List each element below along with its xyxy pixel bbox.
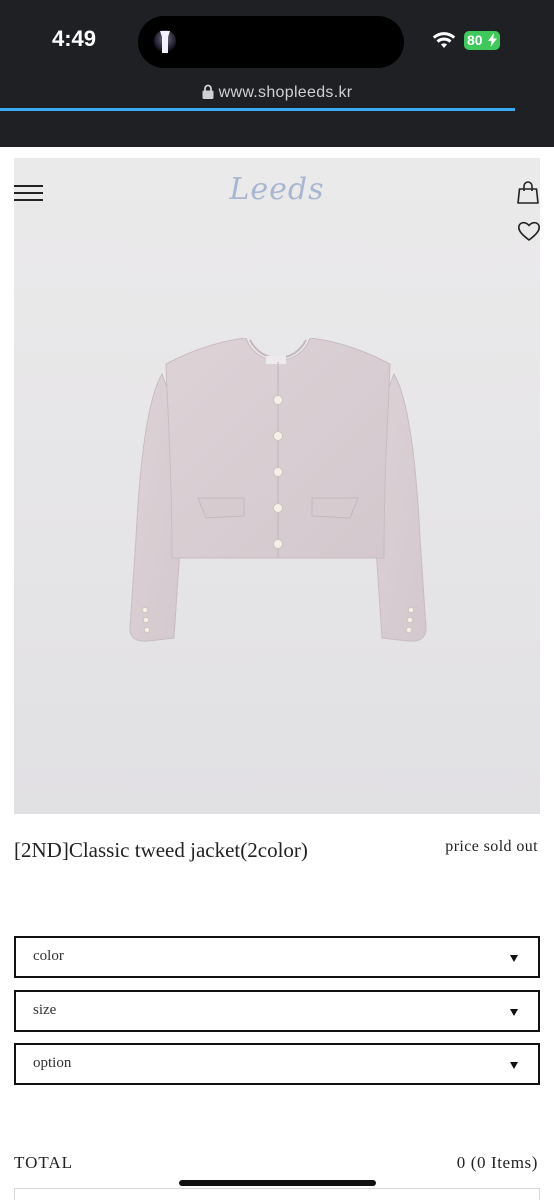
total-label: TOTAL (14, 1153, 74, 1172)
flashlight-icon (154, 30, 176, 53)
color-select-label: color (33, 948, 64, 964)
caret-down-icon (510, 955, 518, 962)
size-select[interactable]: size (14, 990, 540, 1032)
color-select[interactable]: color (14, 936, 540, 978)
caret-down-icon (510, 1009, 518, 1016)
wifi-icon (432, 32, 456, 48)
browser-chrome: 4:49 80 www.shopleeds.kr (0, 0, 554, 147)
product-price: price sold out (445, 838, 538, 855)
address-bar[interactable]: www.shopleeds.kr (0, 84, 554, 106)
product-image: Leeds (14, 158, 540, 814)
dynamic-island (138, 16, 404, 68)
option-select-label: option (33, 1055, 72, 1071)
heart-icon[interactable] (517, 220, 540, 242)
size-select-label: size (33, 1002, 57, 1018)
battery-level: 80 (467, 32, 483, 48)
status-time: 4:49 (52, 26, 97, 51)
total-value: 0 (0 Items) (456, 1153, 538, 1172)
lock-icon (202, 84, 214, 99)
brand-logo[interactable]: Leeds (14, 172, 540, 207)
jacket-illustration (129, 338, 427, 642)
page-load-progress (0, 108, 554, 111)
shopping-bag-icon[interactable] (517, 180, 539, 204)
url-text: www.shopleeds.kr (218, 84, 353, 101)
home-indicator[interactable] (179, 1180, 376, 1186)
caret-down-icon (510, 1062, 518, 1069)
option-select[interactable]: option (14, 1043, 540, 1085)
page-load-progress-fill (0, 108, 516, 111)
charging-bolt-icon (488, 33, 497, 47)
total-summary-box (14, 1188, 540, 1200)
product-title: [2ND]Classic tweed jacket(2color) (14, 838, 308, 862)
battery-indicator: 80 (464, 31, 500, 50)
